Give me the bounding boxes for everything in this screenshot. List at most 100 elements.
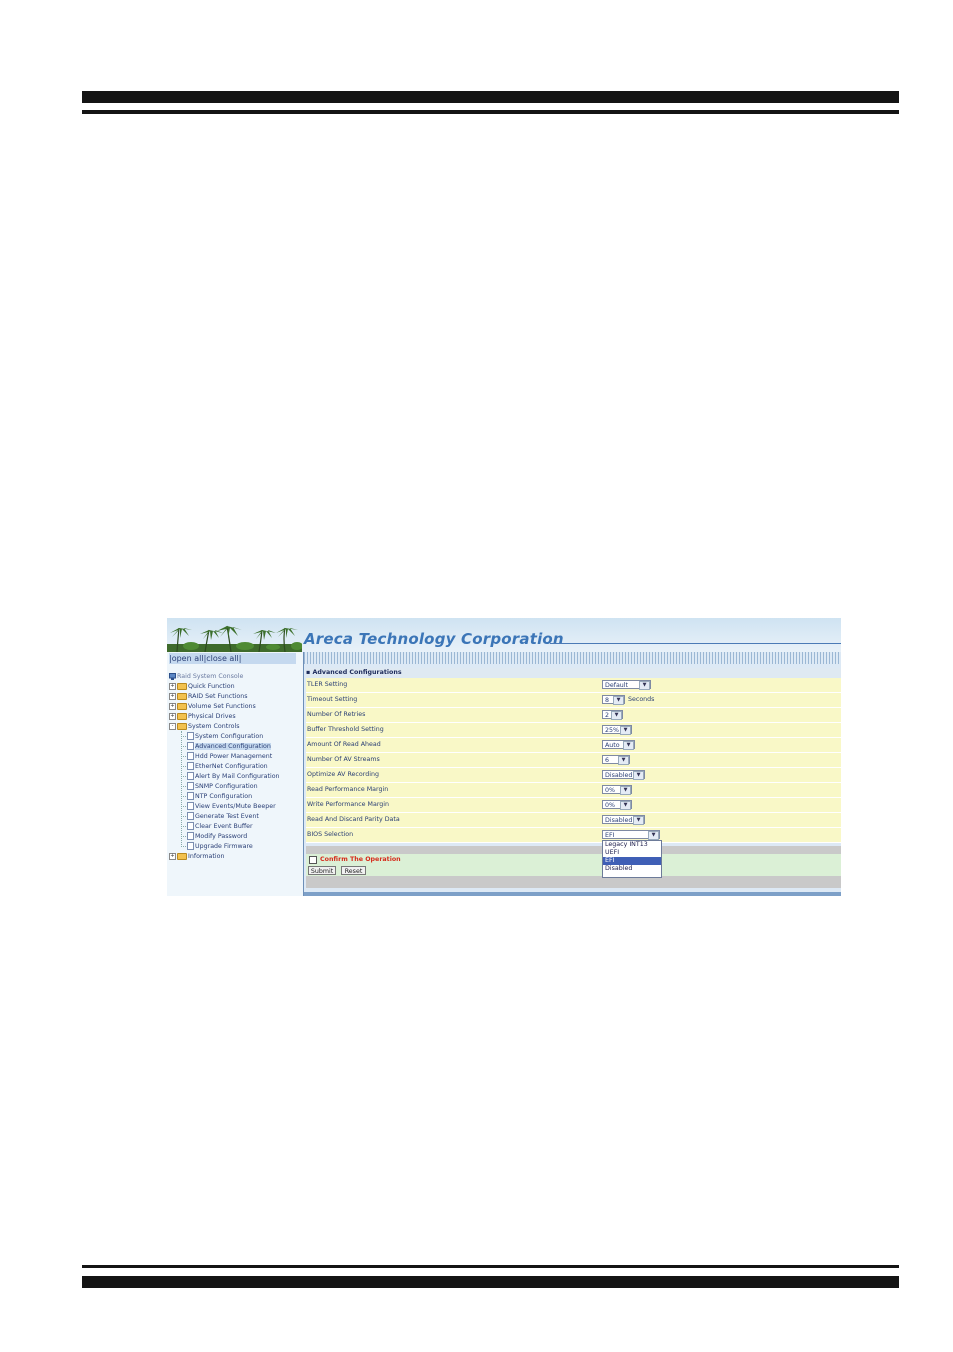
tree-item-label: Modify Password bbox=[195, 833, 248, 840]
select-value: 0% bbox=[605, 802, 615, 809]
reset-button[interactable]: Reset bbox=[341, 866, 366, 875]
plus-box-icon[interactable]: + bbox=[169, 852, 176, 860]
page-icon bbox=[187, 812, 194, 820]
folder-icon bbox=[177, 702, 187, 710]
setting-label: Read And Discard Parity Data bbox=[307, 816, 400, 823]
page-icon bbox=[187, 822, 194, 830]
tree-branch-line bbox=[181, 746, 186, 747]
folder-icon bbox=[177, 712, 187, 720]
tree-group-physical-drives[interactable]: + Physical Drives bbox=[169, 712, 236, 721]
tree-group-volume-set-functions[interactable]: + Volume Set Functions bbox=[169, 702, 256, 711]
setting-label: Number Of AV Streams bbox=[307, 756, 380, 763]
retries-select[interactable]: 2 ▼ bbox=[602, 710, 623, 720]
tree-item-advanced-configuration[interactable]: Advanced Configuration bbox=[181, 742, 271, 751]
setting-label: Number Of Retries bbox=[307, 711, 366, 718]
select-value: 2 bbox=[605, 712, 610, 719]
tler-select[interactable]: Default ▼ bbox=[602, 680, 651, 690]
header-bullet: ▪ bbox=[306, 669, 311, 676]
timeout-select[interactable]: 8 ▼ bbox=[602, 695, 625, 705]
tree-item-hdd-power-management[interactable]: Hdd Power Management bbox=[181, 752, 272, 761]
tree-item-ethernet-configuration[interactable]: EtherNet Configuration bbox=[181, 762, 268, 771]
plus-box-icon[interactable]: + bbox=[169, 692, 176, 700]
page-icon bbox=[187, 792, 194, 800]
buffer-threshold-select[interactable]: 25% ▼ bbox=[602, 725, 632, 735]
confirm-label: Confirm The Operation bbox=[320, 856, 401, 863]
chevron-down-icon: ▼ bbox=[623, 741, 634, 750]
tree-item-alert-by-mail-configuration[interactable]: Alert By Mail Configuration bbox=[181, 772, 280, 781]
dropdown-option[interactable]: Disabled bbox=[603, 865, 661, 873]
submit-button[interactable]: Submit bbox=[308, 866, 336, 875]
tree-item-upgrade-firmware[interactable]: Upgrade Firmware bbox=[181, 842, 253, 851]
setting-label: Optimize AV Recording bbox=[307, 771, 379, 778]
close-all-link[interactable]: close all bbox=[206, 654, 239, 663]
tree-item-view-events[interactable]: View Events/Mute Beeper bbox=[181, 802, 276, 811]
select-value: 25% bbox=[605, 727, 619, 734]
dropdown-option[interactable]: UEFI bbox=[603, 849, 661, 857]
discard-parity-select[interactable]: Disabled ▼ bbox=[602, 815, 645, 825]
page-icon bbox=[187, 732, 194, 740]
confirm-checkbox[interactable] bbox=[309, 856, 317, 864]
tree-branch-line bbox=[181, 786, 186, 787]
page-icon bbox=[187, 832, 194, 840]
tree-item-label: Hdd Power Management bbox=[195, 753, 273, 760]
page-icon bbox=[187, 842, 194, 850]
folder-icon bbox=[177, 682, 187, 690]
tree-group-raid-set-functions[interactable]: + RAID Set Functions bbox=[169, 692, 248, 701]
tree-item-modify-password[interactable]: Modify Password bbox=[181, 832, 247, 841]
button-row: Submit Reset bbox=[306, 865, 841, 876]
tree-group-information[interactable]: + Information bbox=[169, 852, 224, 861]
monitor-icon bbox=[169, 672, 176, 680]
select-value: Default bbox=[605, 682, 629, 689]
select-value: Disabled bbox=[605, 772, 633, 779]
tree-item-ntp-configuration[interactable]: NTP Configuration bbox=[181, 792, 252, 801]
av-streams-select[interactable]: 6 ▼ bbox=[602, 755, 630, 765]
tree-item-generate-test-event[interactable]: Generate Test Event bbox=[181, 812, 259, 821]
setting-label: TLER Setting bbox=[307, 681, 348, 688]
setting-row-read-ahead: Amount Of Read Ahead Auto ▼ bbox=[306, 738, 841, 753]
select-value: EFI bbox=[605, 832, 615, 839]
tree-item-clear-event-buffer[interactable]: Clear Event Buffer bbox=[181, 822, 253, 831]
tree-item-label: Generate Test Event bbox=[195, 813, 259, 820]
select-value: 8 bbox=[605, 697, 610, 704]
select-value: 6 bbox=[605, 757, 610, 764]
tree-group-quick-function[interactable]: + Quick Function bbox=[169, 682, 235, 691]
tree-item-label: View Events/Mute Beeper bbox=[195, 803, 276, 810]
chevron-down-icon: ▼ bbox=[618, 756, 629, 765]
tree-group-system-controls[interactable]: - System Controls bbox=[169, 722, 240, 731]
main-top-stripe bbox=[304, 652, 841, 664]
setting-row-tler: TLER Setting Default ▼ bbox=[306, 678, 841, 693]
tree-group-label: RAID Set Functions bbox=[188, 693, 248, 700]
minus-box-icon[interactable]: - bbox=[169, 722, 176, 730]
top-rule-thin bbox=[82, 110, 899, 114]
open-all-link[interactable]: open all bbox=[172, 654, 204, 663]
tree-item-label: System Configuration bbox=[195, 733, 264, 740]
tree-branch-line bbox=[181, 806, 186, 807]
setting-label: Timeout Setting bbox=[307, 696, 358, 703]
tree-branch-line bbox=[181, 826, 186, 827]
bottom-rule-thick bbox=[82, 1276, 899, 1288]
tree-item-label: Clear Event Buffer bbox=[195, 823, 253, 830]
plus-box-icon[interactable]: + bbox=[169, 682, 176, 690]
page-icon bbox=[187, 762, 194, 770]
read-margin-select[interactable]: 0% ▼ bbox=[602, 785, 632, 795]
advanced-configurations-panel: ▪ Advanced Configurations TLER Setting D… bbox=[304, 664, 841, 896]
dropdown-option-highlighted[interactable]: EFI bbox=[603, 857, 661, 865]
plus-box-icon[interactable]: + bbox=[169, 702, 176, 710]
tree-item-system-configuration[interactable]: System Configuration bbox=[181, 732, 263, 741]
separator-bar bbox=[306, 846, 841, 854]
write-margin-select[interactable]: 0% ▼ bbox=[602, 800, 632, 810]
optimize-av-select[interactable]: Disabled ▼ bbox=[602, 770, 645, 780]
dropdown-option[interactable]: Legacy INT13 bbox=[603, 841, 661, 849]
plus-box-icon[interactable]: + bbox=[169, 712, 176, 720]
tree-root[interactable]: Raid System Console bbox=[169, 672, 243, 681]
tree-branch-line bbox=[181, 756, 186, 757]
read-ahead-select[interactable]: Auto ▼ bbox=[602, 740, 635, 750]
tree-item-label: NTP Configuration bbox=[195, 793, 253, 800]
tree-branch-line bbox=[181, 766, 186, 767]
chevron-down-icon: ▼ bbox=[620, 801, 631, 810]
open-folder-icon bbox=[177, 722, 187, 730]
chevron-down-icon: ▼ bbox=[648, 831, 659, 840]
select-value: 0% bbox=[605, 787, 615, 794]
bios-selection-select[interactable]: EFI ▼ bbox=[602, 830, 660, 840]
tree-item-snmp-configuration[interactable]: SNMP Configuration bbox=[181, 782, 258, 791]
